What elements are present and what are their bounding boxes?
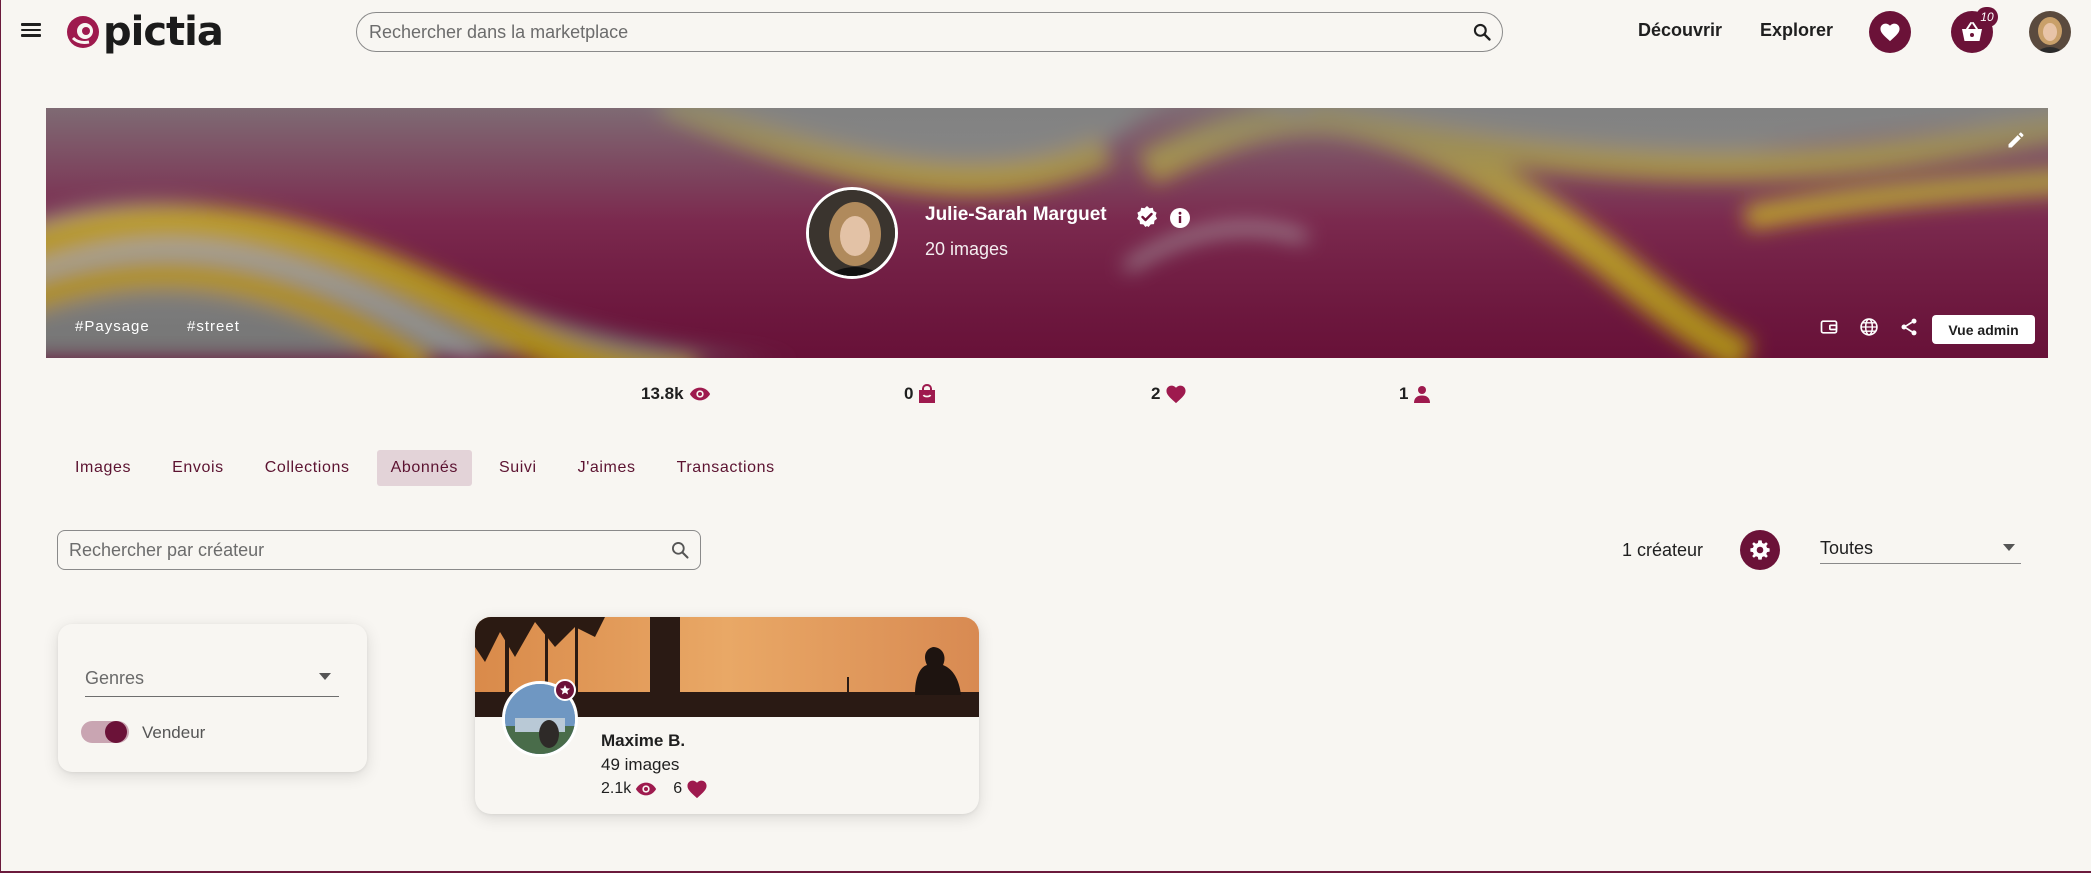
creator-images-count: 49 images: [601, 755, 680, 774]
creator-stats: 2.1k 6: [601, 779, 708, 799]
stat-sales: 0: [904, 384, 936, 404]
heart-icon: [687, 780, 707, 799]
banner-background: [46, 108, 2048, 358]
person-icon: [1414, 386, 1431, 403]
creator-search[interactable]: [57, 530, 701, 570]
profile-name: Julie-Sarah Marguet: [925, 204, 1107, 225]
heart-icon: [1166, 385, 1187, 404]
profile-avatar: [806, 187, 898, 279]
stat-likes-value: 2: [1151, 384, 1161, 403]
hamburger-menu-icon[interactable]: [19, 20, 43, 44]
filter-select[interactable]: Toutes: [1820, 532, 2021, 564]
filter-select-value: Toutes: [1820, 538, 1874, 558]
creator-name: Maxime B.: [601, 731, 686, 750]
globe-icon[interactable]: [1856, 314, 1882, 340]
top-navigation: pictia Découvrir Explorer 10: [1, 0, 2091, 64]
edit-banner-pencil-icon[interactable]: [2002, 126, 2030, 154]
genres-label: Genres: [85, 668, 145, 688]
pictia-logo-icon: [65, 14, 101, 50]
star-badge-icon: [554, 679, 576, 701]
tab-envois[interactable]: Envois: [158, 450, 238, 486]
stat-views: 13.8k: [641, 384, 711, 404]
stat-views-value: 13.8k: [641, 384, 684, 403]
profile-tabs: Images Envois Collections Abonnés Suivi …: [61, 450, 802, 486]
tab-jaimes[interactable]: J'aimes: [564, 450, 650, 486]
marketplace-search-input[interactable]: [369, 21, 1462, 43]
search-icon[interactable]: [660, 532, 700, 568]
tag-paysage[interactable]: #Paysage: [75, 318, 150, 335]
tab-abonnes[interactable]: Abonnés: [376, 450, 472, 486]
share-icon[interactable]: [1896, 314, 1922, 340]
stat-sales-value: 0: [904, 384, 914, 403]
search-icon[interactable]: [1462, 14, 1502, 50]
toggle-knob: [105, 721, 127, 743]
genres-select[interactable]: Genres: [85, 654, 339, 697]
logo[interactable]: pictia: [65, 9, 224, 55]
marketplace-search[interactable]: [356, 12, 1503, 52]
profile-images-count: 20 images: [925, 239, 1009, 259]
dropdown-arrow-icon: [2003, 544, 2015, 551]
heart-icon: [1880, 23, 1900, 42]
tab-suivi[interactable]: Suivi: [485, 450, 551, 486]
info-icon[interactable]: [1169, 207, 1191, 234]
admin-view-button[interactable]: Vue admin: [1932, 315, 2035, 344]
verified-badge-icon: [1135, 205, 1159, 234]
wallet-icon[interactable]: [1816, 314, 1842, 340]
nav-discover[interactable]: Découvrir: [1638, 20, 1722, 41]
stat-followers-value: 1: [1399, 384, 1409, 403]
creator-card[interactable]: Maxime B. 49 images 2.1k 6: [475, 617, 979, 814]
user-avatar[interactable]: [2029, 11, 2071, 53]
favorites-button[interactable]: [1869, 11, 1911, 53]
eye-icon: [636, 782, 657, 796]
creator-count: 1 créateur: [1622, 540, 1704, 560]
dropdown-arrow-icon: [319, 673, 331, 680]
gear-icon: [1750, 540, 1770, 560]
filter-settings-button[interactable]: [1740, 530, 1780, 570]
nav-explore[interactable]: Explorer: [1760, 20, 1833, 41]
creator-likes: 6: [673, 780, 683, 797]
shopping-bag-icon: [919, 384, 936, 403]
tab-collections[interactable]: Collections: [251, 450, 364, 486]
seller-toggle[interactable]: [81, 718, 129, 746]
tab-transactions[interactable]: Transactions: [663, 450, 789, 486]
profile-banner: Julie-Sarah Marguet 20 images #Paysage #…: [46, 108, 2048, 358]
stat-likes: 2: [1151, 384, 1187, 404]
tag-street[interactable]: #street: [187, 318, 240, 335]
logo-text: pictia: [103, 9, 224, 55]
creator-views: 2.1k: [601, 780, 632, 797]
seller-toggle-label: Vendeur: [142, 723, 206, 742]
creator-search-input[interactable]: [69, 539, 660, 561]
filter-panel: Genres Vendeur: [58, 624, 367, 772]
cart-count-badge: 10: [1976, 7, 1998, 27]
eye-icon: [689, 387, 710, 401]
stat-followers: 1: [1399, 384, 1431, 404]
tab-images[interactable]: Images: [61, 450, 145, 486]
